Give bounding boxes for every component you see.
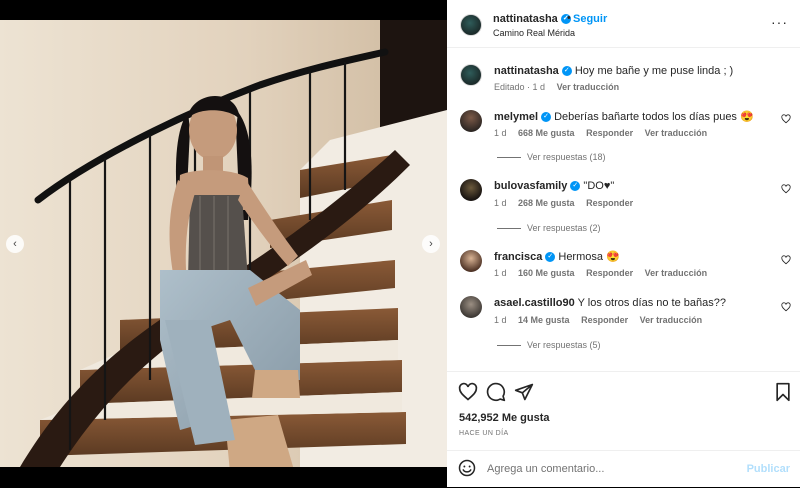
caption-translate-link[interactable]: Ver traducción (557, 82, 620, 92)
caption-edited: Editado · 1 d (494, 82, 546, 92)
post-time: HACE UN DÍA (459, 430, 509, 437)
comment-age: 1 d (494, 268, 507, 278)
comment-likes[interactable]: 668 Me gusta (518, 128, 575, 138)
caption-avatar[interactable] (460, 64, 482, 86)
reply-button[interactable]: Responder (581, 315, 628, 325)
comment-username[interactable]: bulovasfamily (494, 180, 567, 192)
caption-body: Hoy me bañe y me puse linda ; ) (574, 65, 734, 77)
follow-button[interactable]: Seguir (573, 13, 607, 25)
comment-likes[interactable]: 160 Me gusta (518, 268, 575, 278)
post-location[interactable]: Camino Real Mérida (493, 28, 575, 38)
comment-text: francisca ✓ Hermosa 😍 (494, 250, 620, 263)
like-comment-heart-icon[interactable] (781, 302, 791, 312)
comment-age: 1 d (494, 128, 507, 138)
view-replies-button[interactable]: Ver respuestas (5) (497, 340, 601, 350)
commenter-avatar[interactable] (460, 296, 482, 318)
comment-username[interactable]: asael.castillo90 (494, 297, 575, 309)
comment-username[interactable]: melymel (494, 111, 538, 123)
caption-meta: Editado · 1 d Ver traducción (494, 82, 628, 92)
post-details-panel: nattinatasha ✓ • Seguir Camino Real Mérid… (447, 0, 800, 487)
reply-button[interactable]: Responder (586, 268, 633, 278)
publish-button[interactable]: Publicar (747, 463, 790, 475)
verified-badge-icon: ✓ (541, 112, 552, 123)
post-header: nattinatasha ✓ • Seguir Camino Real Mérid… (447, 0, 800, 48)
like-comment-heart-icon[interactable] (781, 184, 791, 194)
author-avatar[interactable] (460, 14, 482, 36)
comment-body: "DO♥" (583, 180, 615, 192)
comment-likes[interactable]: 14 Me gusta (518, 315, 570, 325)
heart-icon[interactable] (458, 382, 478, 402)
verified-badge-icon: ✓ (561, 66, 572, 77)
reply-button[interactable]: Responder (586, 198, 633, 208)
comment-body: Y los otros días no te bañas?? (577, 297, 726, 309)
comment-body: Deberías bañarte todos los días pues 😍 (554, 111, 754, 123)
comment-likes[interactable]: 268 Me gusta (518, 198, 575, 208)
comment-meta: 1 d 268 Me gusta Responder (494, 198, 642, 208)
comment-meta: 1 d 668 Me gusta Responder Ver traducció… (494, 128, 716, 138)
post-media[interactable]: ‹ › (0, 20, 447, 467)
emoji-icon[interactable] (458, 459, 476, 477)
reply-button[interactable]: Responder (586, 128, 633, 138)
view-replies-label: Ver respuestas (5) (527, 340, 601, 350)
translate-link[interactable]: Ver traducción (645, 128, 708, 138)
carousel-next-button[interactable]: › (422, 235, 440, 253)
view-replies-button[interactable]: Ver respuestas (18) (497, 152, 606, 162)
comment-text: bulovasfamily ✓ "DO♥" (494, 180, 614, 192)
author-name-row[interactable]: nattinatasha ✓ (493, 13, 571, 25)
header-separator: • (567, 12, 571, 24)
commenter-avatar[interactable] (460, 110, 482, 132)
comment-body: Hermosa 😍 (558, 251, 620, 263)
comment-username[interactable]: francisca (494, 251, 542, 263)
view-replies-label: Ver respuestas (18) (527, 152, 606, 162)
carousel-prev-button[interactable]: ‹ (6, 235, 24, 253)
comment-input[interactable] (487, 459, 737, 479)
view-replies-button[interactable]: Ver respuestas (2) (497, 223, 601, 233)
chevron-left-icon: ‹ (13, 238, 17, 250)
like-count[interactable]: 542,952 Me gusta (459, 412, 550, 424)
replies-line (497, 227, 521, 229)
comment-text: asael.castillo90 Y los otros días no te … (494, 297, 726, 309)
caption-text: nattinatasha ✓ Hoy me bañe y me puse lind… (494, 65, 733, 77)
translate-link[interactable]: Ver traducción (645, 268, 708, 278)
post-modal: ‹ › nattinatasha ✓ • Seguir Camino Real M… (0, 0, 800, 487)
replies-line (497, 344, 521, 346)
like-comment-heart-icon[interactable] (781, 114, 791, 124)
chevron-right-icon: › (429, 238, 433, 250)
replies-line (497, 156, 521, 158)
author-username[interactable]: nattinatasha (493, 13, 558, 25)
comment-icon[interactable] (486, 382, 506, 402)
commenter-avatar[interactable] (460, 179, 482, 201)
more-options-icon[interactable]: ··· (771, 15, 788, 29)
comment-age: 1 d (494, 315, 507, 325)
translate-link[interactable]: Ver traducción (640, 315, 703, 325)
commenter-avatar[interactable] (460, 250, 482, 272)
comment-composer: Publicar (447, 450, 800, 488)
verified-badge-icon: ✓ (545, 252, 556, 263)
comment-meta: 1 d 14 Me gusta Responder Ver traducción (494, 315, 711, 325)
comment-meta: 1 d 160 Me gusta Responder Ver traducció… (494, 268, 716, 278)
comment-age: 1 d (494, 198, 507, 208)
comments-list[interactable]: nattinatasha ✓ Hoy me bañe y me puse lind… (447, 48, 800, 370)
verified-badge-icon: ✓ (570, 181, 581, 192)
post-photo (0, 20, 447, 467)
like-comment-heart-icon[interactable] (781, 255, 791, 265)
bookmark-icon[interactable] (773, 382, 793, 402)
post-actions: 542,952 Me gusta HACE UN DÍA Publicar (447, 371, 800, 487)
view-replies-label: Ver respuestas (2) (527, 223, 601, 233)
share-icon[interactable] (514, 382, 534, 402)
caption-author[interactable]: nattinatasha (494, 65, 559, 77)
comment-text: melymel ✓ Deberías bañarte todos los días… (494, 110, 754, 123)
